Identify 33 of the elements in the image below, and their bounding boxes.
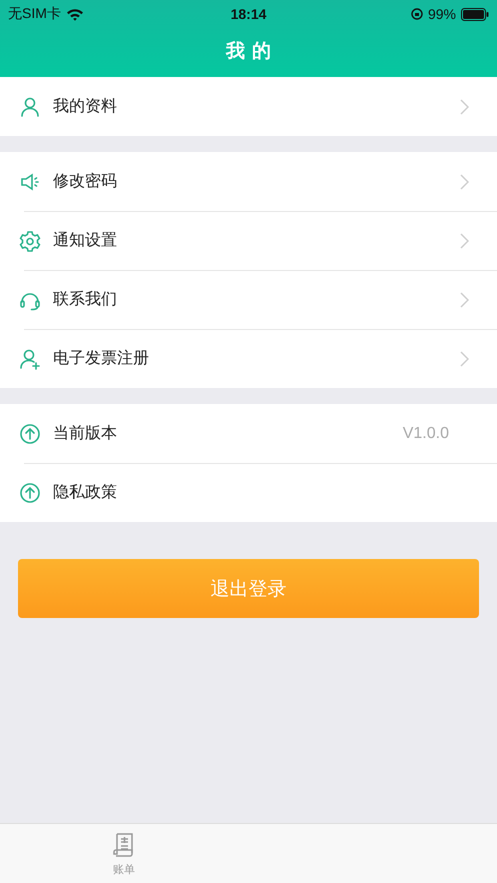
battery-icon [461, 8, 489, 20]
menu-item[interactable]: 修改密码 [0, 152, 497, 211]
menu-item[interactable]: 我的资料 [0, 77, 497, 136]
rotation-lock-icon [410, 8, 423, 20]
wifi-icon [66, 8, 84, 20]
carrier-label: 无SIM卡 [8, 5, 61, 23]
speaker-icon [19, 170, 41, 192]
menu-item[interactable]: 通知设置 [0, 211, 497, 270]
chevron-icon [460, 292, 469, 308]
chevron-icon [460, 174, 469, 190]
menu-label: 修改密码 [53, 171, 118, 192]
chevron-icon [460, 232, 469, 248]
chevron-icon [460, 98, 469, 114]
chevron-icon [460, 350, 469, 366]
menu-label: 电子发票注册 [53, 348, 150, 369]
person-icon [19, 96, 41, 118]
menu-label: 通知设置 [53, 230, 118, 251]
up-icon [19, 422, 41, 444]
menu-item[interactable]: 电子发票注册 [0, 329, 497, 388]
menu-label: 我的资料 [53, 96, 118, 117]
menu-item[interactable]: 联系我们 [0, 270, 497, 329]
status-time: 18:14 [230, 6, 266, 22]
menu-label: 联系我们 [53, 289, 118, 310]
menu-item[interactable]: 隐私政策 [0, 463, 497, 522]
menu-item[interactable]: 当前版本 V1.0.0 [0, 404, 497, 463]
menu-label: 当前版本 [53, 423, 118, 444]
gear-icon [19, 230, 41, 252]
menu-label: 隐私政策 [53, 482, 118, 503]
version-value: V1.0.0 [402, 424, 449, 442]
person-add-icon [19, 348, 41, 370]
up-icon [19, 482, 41, 504]
battery-percent: 99% [428, 6, 456, 22]
page-title: 我 的 [224, 38, 272, 64]
